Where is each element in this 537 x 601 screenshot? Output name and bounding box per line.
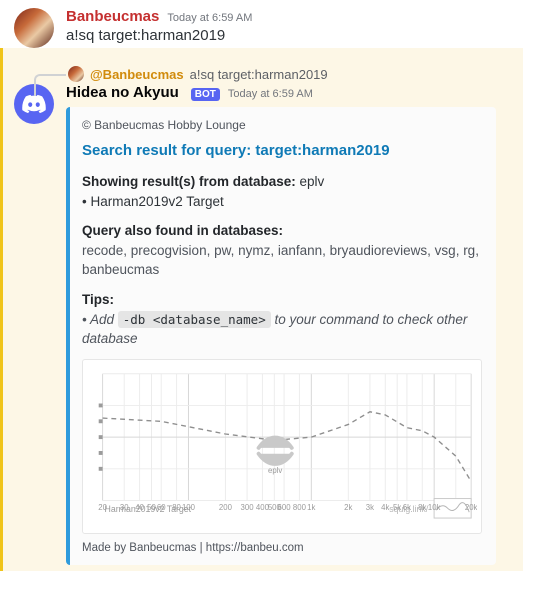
svg-text:10k: 10k bbox=[428, 503, 441, 512]
svg-text:200: 200 bbox=[219, 503, 233, 512]
reply-connector-line bbox=[34, 74, 66, 96]
embed-title-prefix: Search result for query: bbox=[82, 142, 255, 159]
svg-text:8k: 8k bbox=[418, 503, 426, 512]
result-item: • Harman2019v2 Target bbox=[82, 194, 224, 209]
message-content: a!sq target:harman2019 bbox=[66, 27, 523, 44]
reply-mention[interactable]: @Banbeucmas bbox=[90, 67, 184, 82]
bot-timestamp: Today at 6:59 AM bbox=[228, 88, 313, 100]
tips-prefix: • Add bbox=[82, 312, 118, 327]
showing-label: Showing result(s) from database: bbox=[82, 174, 296, 189]
bot-message-body: Hidea no Akyuu BOT Today at 6:59 AM © Ba… bbox=[66, 84, 523, 565]
showing-db: eplv bbox=[296, 174, 325, 189]
svg-text:6k: 6k bbox=[403, 503, 411, 512]
bot-tag: BOT bbox=[191, 88, 220, 101]
reply-snippet: a!sq target:harman2019 bbox=[190, 67, 328, 82]
tips-label: Tips: bbox=[82, 292, 114, 307]
embed-title-query: target:harman2019 bbox=[255, 142, 389, 159]
svg-text:2k: 2k bbox=[344, 503, 352, 512]
svg-text:600: 600 bbox=[278, 503, 292, 512]
user-message: Banbeucmas Today at 6:59 AM a!sq target:… bbox=[14, 8, 523, 48]
embed-showing-block: Showing result(s) from database: eplv • … bbox=[82, 172, 482, 211]
timestamp: Today at 6:59 AM bbox=[167, 12, 252, 24]
svg-text:300: 300 bbox=[241, 503, 255, 512]
svg-text:80: 80 bbox=[172, 503, 181, 512]
svg-text:40: 40 bbox=[135, 503, 144, 512]
bot-message-header: Hidea no Akyuu BOT Today at 6:59 AM bbox=[66, 84, 523, 101]
svg-text:20k: 20k bbox=[465, 503, 477, 512]
svg-text:3k: 3k bbox=[366, 503, 374, 512]
username[interactable]: Banbeucmas bbox=[66, 8, 159, 25]
bot-username[interactable]: Hidea no Akyuu bbox=[66, 84, 179, 101]
svg-text:1k: 1k bbox=[307, 503, 315, 512]
svg-text:30: 30 bbox=[120, 503, 129, 512]
embed-also-block: Query also found in databases: recode, p… bbox=[82, 221, 482, 280]
user-avatar[interactable] bbox=[14, 8, 54, 48]
reply-avatar bbox=[68, 66, 84, 82]
frequency-response-chart: eplv Harman2019v2 Target squig.link/ 203… bbox=[87, 364, 477, 530]
highlighted-message: @Banbeucmas a!sq target:harman2019 Hidea… bbox=[0, 48, 523, 571]
discord-message-log: Banbeucmas Today at 6:59 AM a!sq target:… bbox=[0, 0, 537, 585]
tips-code: -db <database_name> bbox=[118, 311, 271, 328]
message-body: Banbeucmas Today at 6:59 AM a!sq target:… bbox=[66, 8, 523, 48]
svg-text:5k: 5k bbox=[393, 503, 401, 512]
svg-text:100: 100 bbox=[182, 503, 196, 512]
embed-author: © Banbeucmas Hobby Lounge bbox=[82, 117, 482, 134]
embed-chart[interactable]: eplv Harman2019v2 Target squig.link/ 203… bbox=[82, 359, 482, 535]
svg-text:4k: 4k bbox=[381, 503, 389, 512]
svg-text:60: 60 bbox=[157, 503, 166, 512]
bot-embed: © Banbeucmas Hobby Lounge Search result … bbox=[66, 107, 496, 565]
also-label: Query also found in databases: bbox=[82, 223, 283, 238]
message-header: Banbeucmas Today at 6:59 AM bbox=[66, 8, 523, 25]
watermark-icon: eplv bbox=[259, 437, 292, 475]
embed-footer: Made by Banbeucmas | https://banbeu.com bbox=[82, 540, 482, 557]
reply-reference[interactable]: @Banbeucmas a!sq target:harman2019 bbox=[34, 66, 523, 82]
watermark-text: eplv bbox=[268, 466, 282, 475]
svg-text:800: 800 bbox=[293, 503, 307, 512]
embed-title[interactable]: Search result for query: target:harman20… bbox=[82, 140, 482, 162]
also-list: recode, precogvision, pw, nymz, ianfann,… bbox=[82, 243, 479, 278]
svg-text:50: 50 bbox=[147, 503, 156, 512]
bot-message: Hidea no Akyuu BOT Today at 6:59 AM © Ba… bbox=[14, 84, 523, 565]
svg-text:20: 20 bbox=[98, 503, 107, 512]
embed-tips-block: Tips: • Add -db <database_name> to your … bbox=[82, 290, 482, 349]
